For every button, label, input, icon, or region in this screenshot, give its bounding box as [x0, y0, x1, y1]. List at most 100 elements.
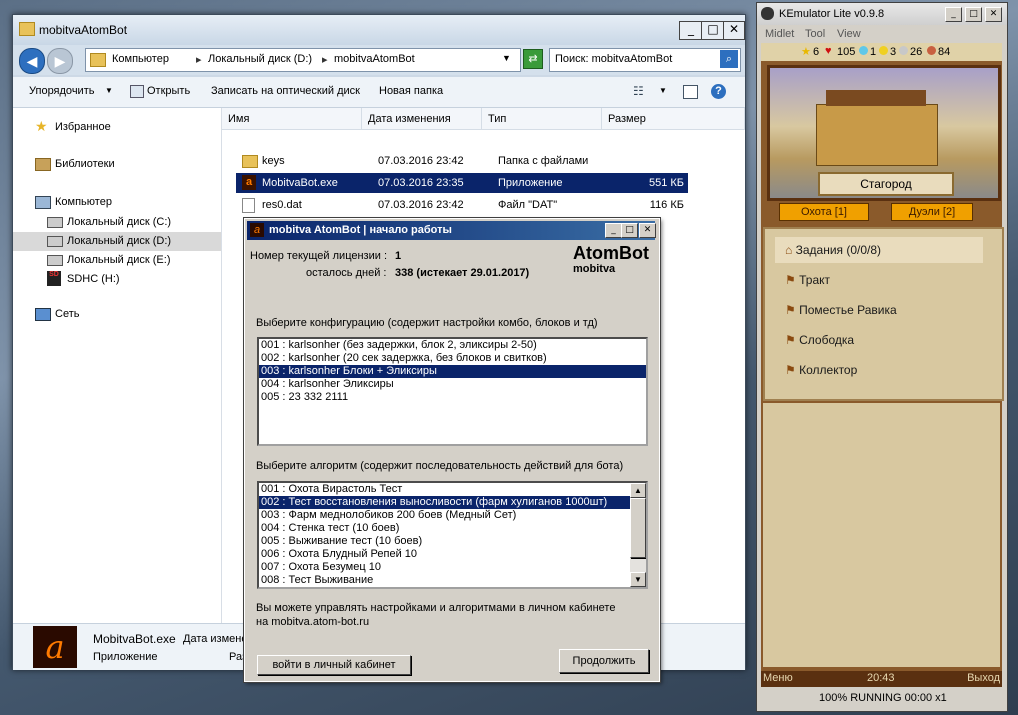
scroll-up-icon[interactable]: ▲	[630, 483, 646, 498]
list-item[interactable]: 002 : karlsonher (20 сек задержка, без б…	[259, 352, 646, 365]
nav-drive-c[interactable]: Локальный диск (C:)	[43, 213, 221, 232]
game-screen[interactable]: ★ 6 ♥ 105 1 3 26 84 Стагород Охота [1] Д…	[761, 43, 1004, 671]
drive-icon	[47, 255, 63, 266]
list-item[interactable]: 006 : Охота Блудный Репей 10	[259, 548, 646, 561]
close-button[interactable]: ✕	[985, 7, 1002, 22]
refresh-icon[interactable]: ⇄	[523, 49, 543, 69]
menu-item-trakt[interactable]: ⚑ Тракт	[775, 267, 983, 293]
file-name: MobitvaBot.exe	[262, 177, 338, 189]
nav-drive-h[interactable]: SD SDHC (H:)	[43, 270, 221, 289]
column-size[interactable]: Размер	[602, 108, 745, 130]
nav-libraries[interactable]: Библиотеки	[55, 158, 115, 170]
breadcrumb-computer[interactable]: Компьютер	[112, 53, 169, 65]
nav-favorites[interactable]: Избранное	[55, 121, 111, 133]
close-button[interactable]: ✕	[639, 223, 656, 238]
maximize-button[interactable]: □	[621, 223, 638, 238]
menu-tool[interactable]: Tool	[805, 28, 825, 40]
file-row[interactable]: keys 07.03.2016 23:42 Папка с файлами	[236, 151, 688, 171]
list-item[interactable]: 008 : Тест Выживание	[259, 574, 646, 587]
menu-item-sloboda[interactable]: ⚑ Слободка	[775, 327, 983, 353]
softkey-right[interactable]: Выход	[967, 672, 1000, 684]
list-item[interactable]: 005 : Выживание тест (10 боев)	[259, 535, 646, 548]
list-item[interactable]: 003 : Фарм меднолобиков 200 боев (Медный…	[259, 509, 646, 522]
menu-item-quests[interactable]: ⌂ Задания (0/0/8)	[775, 237, 983, 263]
burn-button[interactable]: Записать на оптический диск	[211, 85, 360, 97]
minimize-button[interactable]: _	[605, 223, 622, 238]
file-icon	[242, 198, 255, 213]
breadcrumb-drive[interactable]: Локальный диск (D:)	[208, 53, 312, 65]
algo-list[interactable]: 001 : Охота Вирастоль Тест 002 : Тест во…	[257, 481, 648, 589]
details-date-label: Дата измене	[183, 633, 248, 645]
nav-drive-d[interactable]: Локальный диск (D:)	[13, 232, 221, 251]
organize-button[interactable]: Упорядочить	[29, 85, 94, 97]
nav-network[interactable]: Сеть	[55, 308, 79, 320]
cabinet-button[interactable]: войти в личный кабинет	[257, 655, 411, 675]
minimize-button[interactable]: _	[945, 7, 962, 22]
config-list[interactable]: 001 : karlsonher (без задержки, блок 2, …	[257, 337, 648, 446]
list-item[interactable]: 003 : karlsonher Блоки + Эликсиры	[259, 365, 646, 378]
explorer-titlebar[interactable]: mobitvaAtomBot _ □ ✕	[13, 15, 745, 45]
kemu-title: KEmulator Lite v0.9.8	[779, 8, 885, 20]
new-folder-button[interactable]: Новая папка	[379, 85, 443, 97]
column-date[interactable]: Дата изменения	[362, 108, 482, 130]
open-button[interactable]: Открыть	[147, 85, 190, 97]
forward-arrow-icon[interactable]: ▶	[47, 48, 73, 74]
nav-drive-e[interactable]: Локальный диск (E:)	[43, 251, 221, 270]
drive-icon	[47, 217, 63, 228]
list-item[interactable]: 001 : Охота Вирастоль Тест	[259, 483, 646, 496]
search-input[interactable]: Поиск: mobitvaAtomBot ⌕	[549, 48, 741, 72]
stat-a: 1	[870, 46, 877, 58]
chevron-down-icon[interactable]: ▼	[105, 86, 113, 95]
list-item[interactable]: 002 : Тест восстановления выносливости (…	[259, 496, 630, 509]
continue-button[interactable]: Продолжить	[559, 649, 649, 673]
help-icon[interactable]: ?	[711, 84, 726, 99]
days-label: осталось дней :	[306, 267, 387, 279]
view-icon[interactable]: ☷	[633, 84, 644, 98]
file-row[interactable]: a MobitvaBot.exe 07.03.2016 23:35 Прилож…	[236, 173, 688, 193]
stat-hearts: 105	[837, 46, 856, 58]
close-button[interactable]: ✕	[723, 21, 745, 40]
list-item[interactable]: 004 : Стенка тест (10 боев)	[259, 522, 646, 535]
info-line-1: Вы можете управлять настройками и алгори…	[256, 602, 616, 614]
breadcrumb-folder[interactable]: mobitvaAtomBot	[334, 53, 415, 65]
softkey-left[interactable]: Меню	[763, 672, 793, 684]
town-image: Стагород	[767, 65, 1001, 201]
building-shape	[816, 104, 938, 166]
duel-button[interactable]: Дуэли [2]	[891, 203, 973, 221]
menu-view[interactable]: View	[837, 28, 861, 40]
menu-item-estate[interactable]: ⚑ Поместье Равика	[775, 297, 983, 323]
column-type[interactable]: Тип	[482, 108, 602, 130]
list-item[interactable]: 001 : karlsonher (без задержки, блок 2, …	[259, 339, 646, 352]
status-text: 100% RUNNING 00:00 x1	[819, 692, 947, 704]
nav-computer[interactable]: Компьютер	[55, 196, 112, 208]
scroll-down-icon[interactable]: ▼	[630, 572, 646, 587]
file-row[interactable]: res0.dat 07.03.2016 23:42 Файл "DAT" 116…	[236, 195, 688, 215]
list-item[interactable]: 005 : 23 332 2111	[259, 391, 646, 404]
menu-item-collector[interactable]: ⚑ Коллектор	[775, 357, 983, 383]
search-icon[interactable]: ⌕	[720, 50, 738, 68]
stat-d: 84	[938, 46, 951, 58]
chevron-down-icon[interactable]: ▼	[502, 53, 511, 63]
dialog-titlebar[interactable]: a mobitva AtomBot | начало работы _ □ ✕	[247, 221, 656, 240]
navigation-pane: ★ Избранное Библиотеки Компьютер Локальн…	[13, 108, 222, 623]
address-field[interactable]: Компьютер ▸ Локальный диск (D:) ▸ mobitv…	[85, 48, 521, 72]
maximize-button[interactable]: □	[701, 21, 725, 40]
folder-icon	[19, 22, 35, 36]
list-item[interactable]: 007 : Охота Безумец 10	[259, 561, 646, 574]
preview-pane-icon[interactable]	[683, 85, 698, 99]
maximize-button[interactable]: □	[965, 7, 982, 22]
back-arrow-icon[interactable]: ◀	[19, 48, 45, 74]
scrollbar[interactable]: ▲ ▼	[630, 483, 646, 587]
column-name[interactable]: Имя	[222, 108, 362, 130]
chevron-down-icon[interactable]: ▼	[659, 86, 667, 95]
star-icon: ★	[801, 46, 811, 58]
kemu-titlebar[interactable]: KEmulator Lite v0.9.8 _ □ ✕	[757, 3, 1007, 25]
scroll-thumb[interactable]	[630, 498, 646, 558]
minimize-button[interactable]: _	[679, 21, 703, 40]
menu-midlet[interactable]: Midlet	[765, 28, 794, 40]
list-item[interactable]: 004 : karlsonher Эликсиры	[259, 378, 646, 391]
location-banner: Стагород	[818, 172, 954, 196]
signpost-icon: ⚑	[785, 273, 796, 287]
computer-icon	[35, 196, 51, 209]
hunt-button[interactable]: Охота [1]	[779, 203, 869, 221]
